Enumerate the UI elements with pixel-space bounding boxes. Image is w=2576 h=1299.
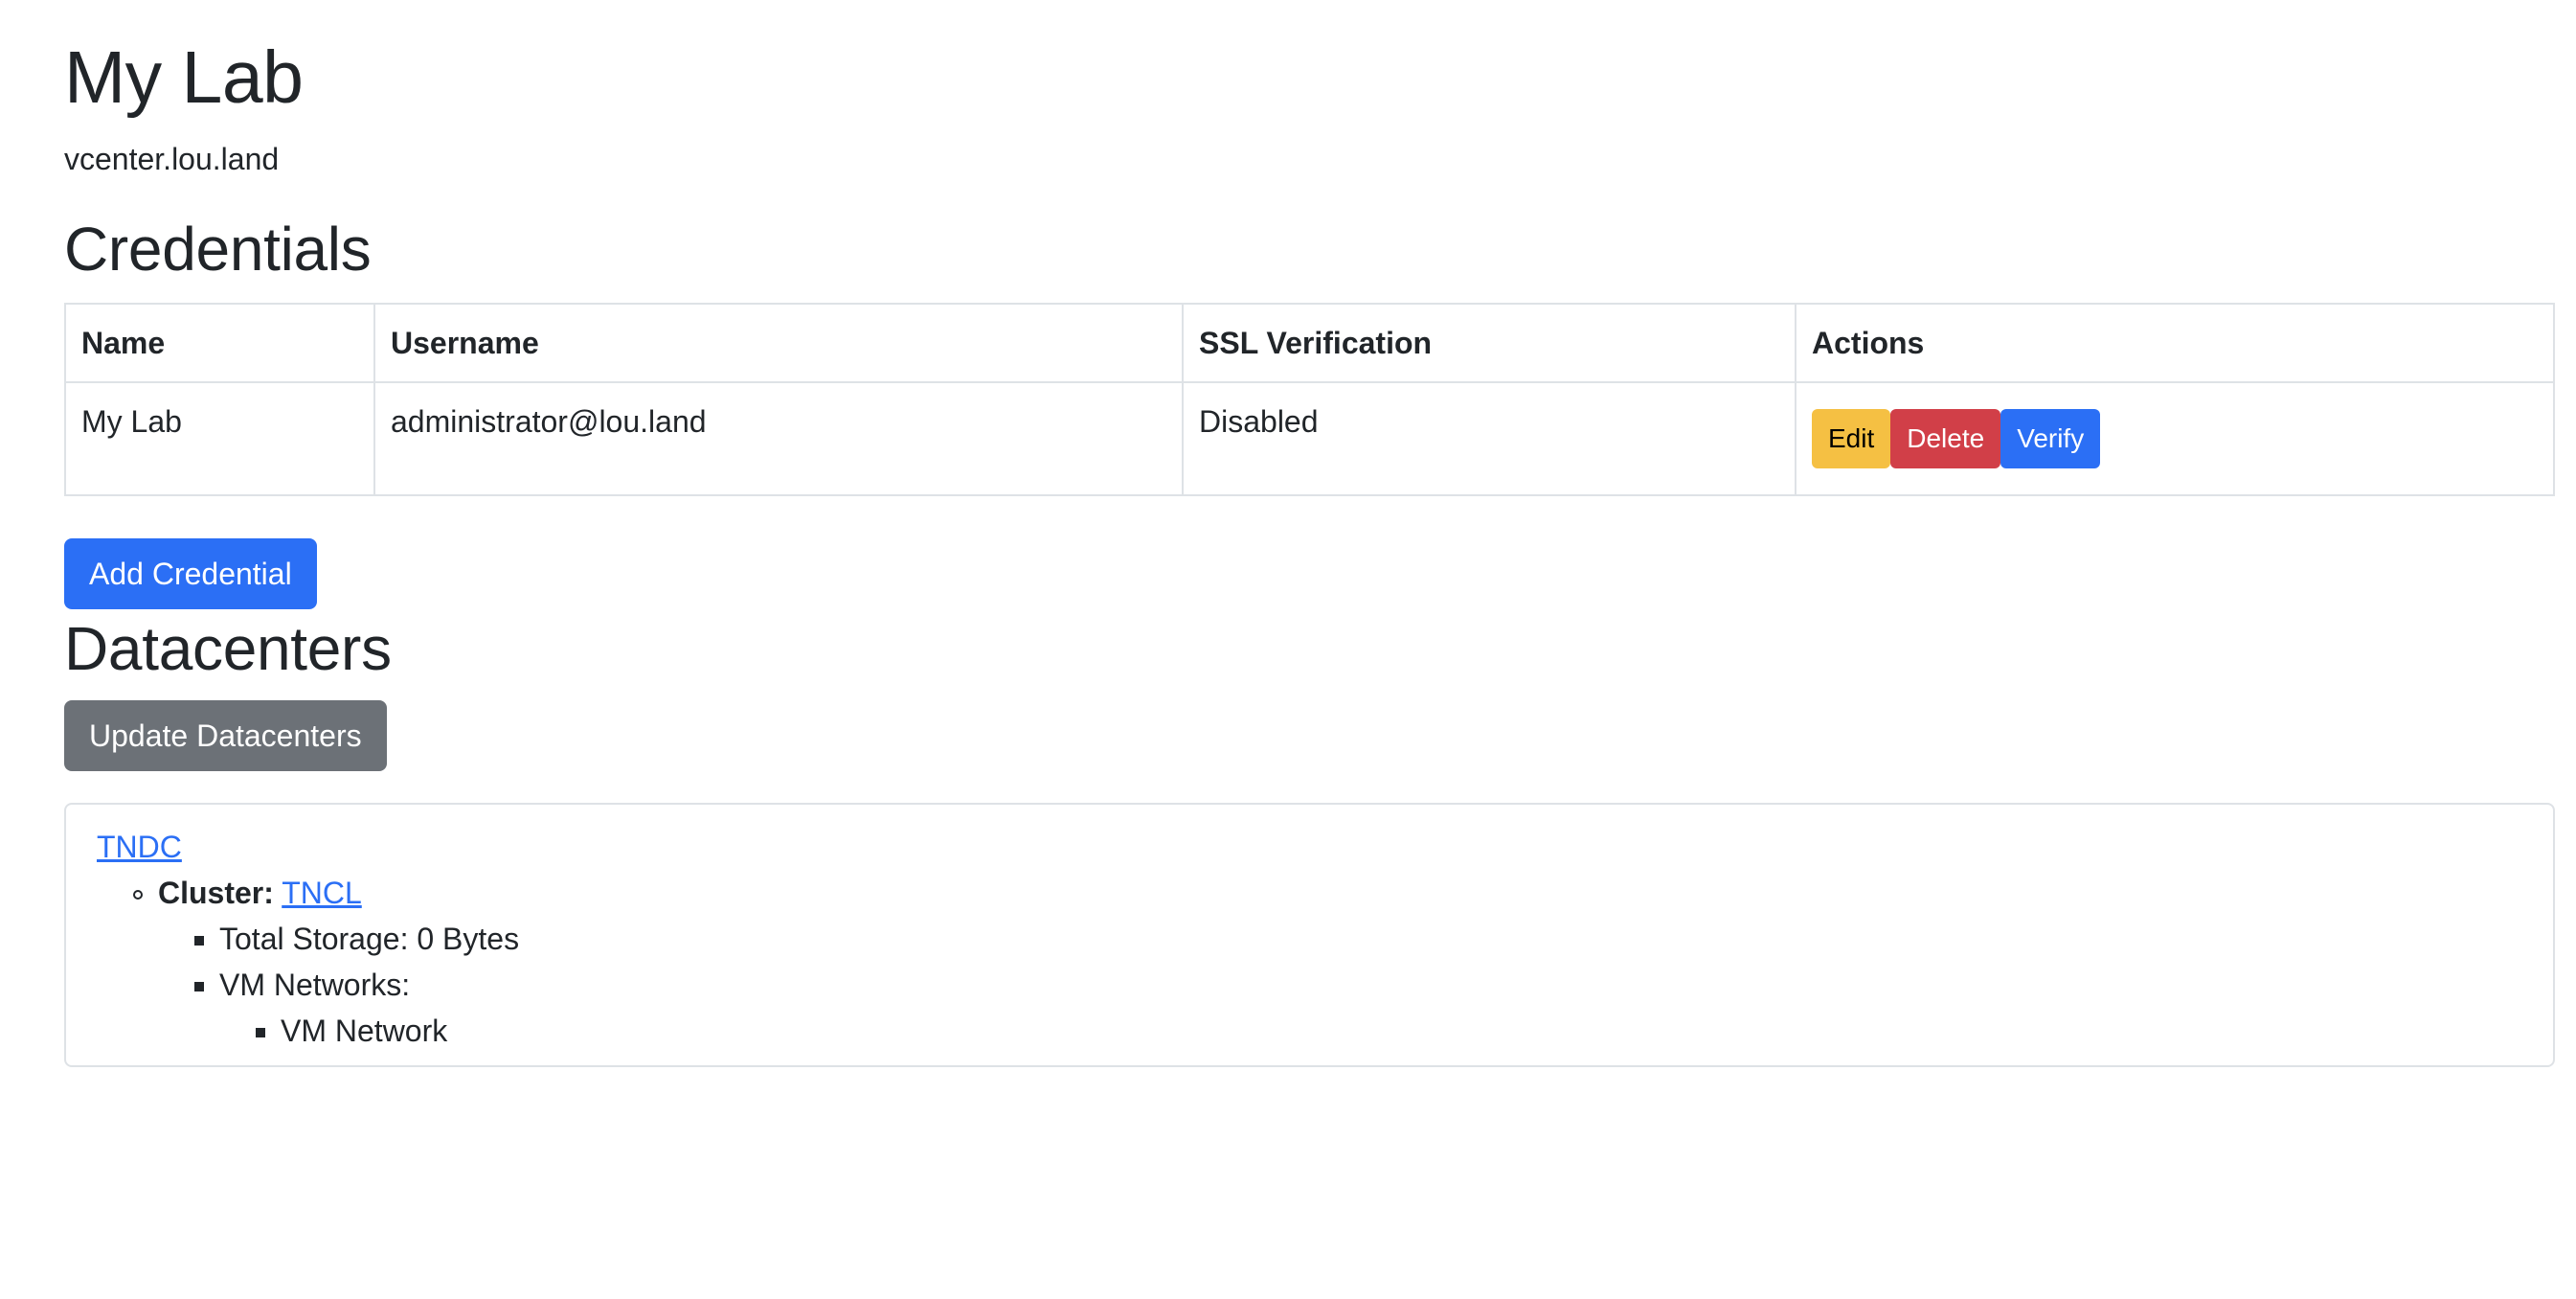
square-bullet-icon	[256, 1028, 265, 1037]
square-bullet-icon	[194, 936, 204, 946]
datacenter-card: TNDC Cluster: TNCL Total Storage: 0 Byte…	[64, 803, 2555, 1067]
page-title: My Lab	[64, 36, 304, 119]
delete-button[interactable]: Delete	[1890, 409, 2001, 468]
datacenter-item: TNDC	[97, 828, 182, 866]
credentials-table: Name Username SSL Verification Actions M…	[64, 303, 2555, 496]
add-credential-button[interactable]: Add Credential	[64, 538, 317, 609]
credentials-heading: Credentials	[64, 215, 372, 284]
column-header-actions: Actions	[1795, 303, 2555, 383]
edit-button[interactable]: Edit	[1812, 409, 1891, 468]
table-header-row: Name Username SSL Verification Actions	[64, 303, 2555, 383]
credential-name-cell: My Lab	[64, 381, 375, 496]
datacenter-link[interactable]: TNDC	[97, 830, 182, 864]
vm-network-list-item: VM Network	[281, 1014, 448, 1048]
credential-username-cell: administrator@lou.land	[373, 381, 1184, 496]
cluster-label: Cluster:	[158, 876, 274, 910]
update-datacenters-button[interactable]: Update Datacenters	[64, 700, 387, 771]
column-header-username: Username	[373, 303, 1184, 383]
circle-bullet-icon	[133, 890, 143, 900]
table-row: My Lab administrator@lou.land Disabled E…	[64, 381, 2555, 496]
verify-button[interactable]: Verify	[2000, 409, 2101, 468]
cluster-item: Cluster: TNCL	[158, 874, 362, 912]
credential-actions-cell: Edit Delete Verify	[1795, 381, 2555, 496]
credential-ssl-cell: Disabled	[1182, 381, 1796, 496]
column-header-name: Name	[64, 303, 375, 383]
square-bullet-icon	[194, 982, 204, 991]
vm-networks-item: VM Networks:	[219, 968, 411, 1002]
datacenters-heading: Datacenters	[64, 614, 392, 683]
action-buttons: Edit Delete Verify	[1812, 409, 2538, 468]
cluster-link[interactable]: TNCL	[282, 876, 362, 910]
column-header-ssl-verification: SSL Verification	[1182, 303, 1796, 383]
total-storage-item: Total Storage: 0 Bytes	[219, 922, 520, 956]
vcenter-host: vcenter.lou.land	[64, 142, 280, 176]
